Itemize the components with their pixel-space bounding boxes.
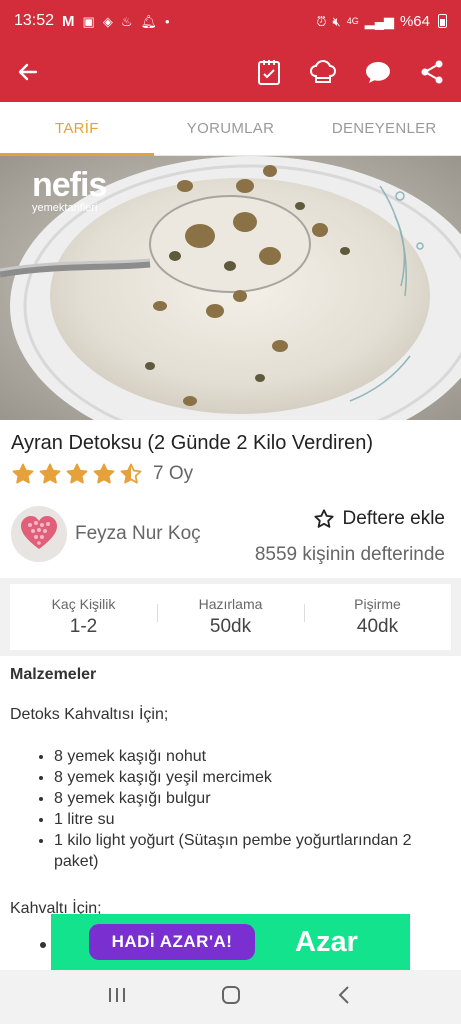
tab-recipe[interactable]: TARİF [0,102,154,156]
star-full-icon [66,463,88,484]
stat-label: Kaç Kişilik [51,596,116,612]
battery-icon [438,14,447,28]
tab-comments[interactable]: YORUMLAR [154,102,308,155]
list-item: 8 yemek kaşığı nohut [54,746,450,767]
brand-watermark: nefis yemektarifleri [32,166,107,214]
stat-servings: Kaç Kişilik 1-2 [10,596,157,638]
ingredient-group-title: Detoks Kahvaltısı İçin; [10,706,169,723]
star-full-icon [93,463,115,484]
dot-icon: • [165,13,170,29]
chef-hat-icon[interactable] [309,58,337,86]
stat-cook-time: Pişirme 40dk [304,596,451,638]
tab-tried[interactable]: DENEYENLER [307,102,461,155]
list-item: 1 kilo light yoğurt (Sütaşın pembe yoğur… [54,830,450,872]
notebook-count: 8559 kişinin defterinde [254,544,445,565]
mute-icon: 🔇︎ [332,13,341,29]
ingredients-title: Malzemeler [10,666,97,683]
recipe-stats: Kaç Kişilik 1-2 Hazırlama 50dk Pişirme 4… [0,578,461,656]
alarm-icon: ⏰︎ [316,13,327,29]
avatar[interactable] [11,506,67,562]
add-to-notebook-label: Deftere ekle [342,508,445,529]
status-bar: 13:52 M ▣ ◈ ♨ 🔔︎ • ⏰︎ 🔇︎ 4G ▂▄▆ %64 [0,0,461,42]
recipe-photo: nefis yemektarifleri [0,156,461,420]
star-outline-icon [313,509,334,528]
vote-count: 7 Oy [153,463,194,484]
bell-icon: 🔔︎ [140,13,158,29]
notification-icon: ▣ [82,13,95,29]
stat-label: Pişirme [354,596,401,612]
rating: 7 Oy [11,462,193,486]
heart-avatar-icon [21,516,57,549]
list-item: 8 yemek kaşığı bulgur [54,788,450,809]
signal-icon: ▂▄▆ [364,13,394,29]
star-full-icon [39,463,61,484]
notebook-checklist-icon[interactable] [257,58,281,86]
comment-icon[interactable] [365,60,391,84]
ingredient-list: 8 yemek kaşığı nohut 8 yemek kaşığı yeşi… [10,746,450,872]
network-type-icon: 4G [346,15,359,26]
package-icon: ◈ [102,13,113,29]
stat-prep-time: Hazırlama 50dk [157,596,304,638]
add-to-notebook-button[interactable]: Deftere ekle [313,508,445,530]
star-half-icon [120,463,142,484]
rating-stars[interactable] [11,462,143,486]
tab-bar: TARİF YORUMLAR DENEYENLER [0,102,461,156]
ad-cta-button[interactable]: HADİ AZAR'A! [89,924,255,960]
stat-label: Hazırlama [198,596,263,612]
ingredients: Malzemeler Detoks Kahvaltısı İçin; 8 yem… [10,666,450,948]
app-bar [0,42,461,102]
ad-banner[interactable]: HADİ AZAR'A! Azar [51,914,410,970]
chef-notification-icon: ♨ [120,13,133,29]
battery-percent: %64 [399,12,430,30]
ad-brand-logo: Azar [295,925,358,958]
list-item: 8 yemek kaşığı yeşil mercimek [54,767,450,788]
star-full-icon [12,463,34,484]
gmail-notification-icon: M [62,12,75,30]
home-icon[interactable] [220,984,242,1011]
list-item: 1 litre su [54,809,450,830]
recent-apps-icon[interactable] [106,985,128,1010]
stat-value: 50dk [209,616,252,637]
system-nav-bar [0,970,461,1024]
share-icon[interactable] [419,59,445,85]
back-nav-icon[interactable] [335,984,355,1011]
author-name[interactable]: Feyza Nur Koç [75,523,201,545]
author[interactable]: Feyza Nur Koç [11,506,201,562]
back-icon[interactable] [16,60,40,84]
list-bullet [40,942,46,948]
recipe-title: Ayran Detoksu (2 Günde 2 Kilo Verdiren) [11,432,374,454]
stat-value: 40dk [356,616,399,637]
status-time: 13:52 [14,12,55,29]
stat-value: 1-2 [69,616,98,637]
